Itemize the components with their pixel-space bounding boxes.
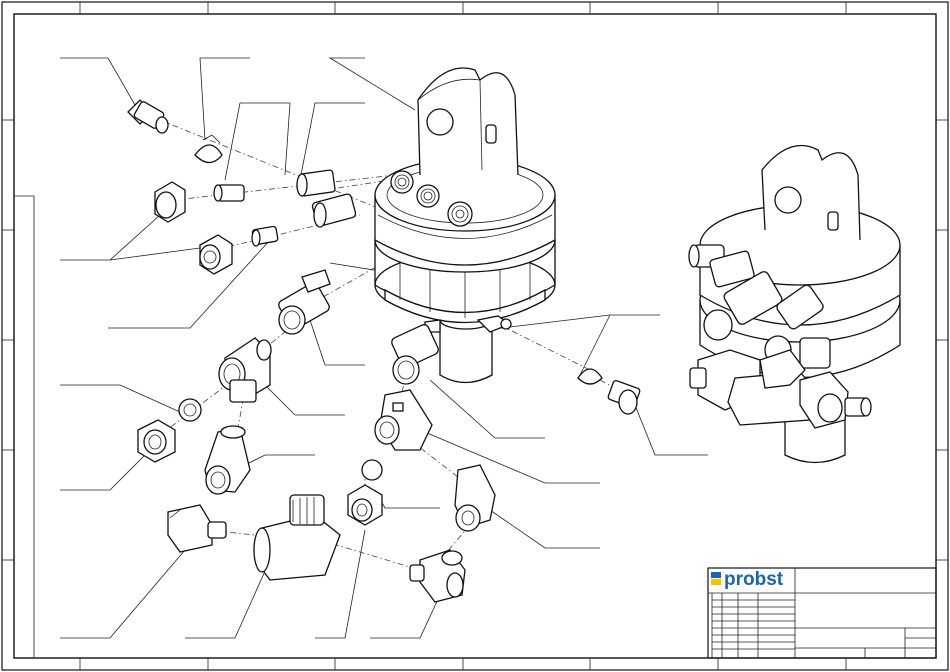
part-elbow-center [374, 389, 433, 451]
part-long-body [253, 494, 341, 581]
technical-drawing-sheet: probst [0, 0, 950, 672]
part-tee-fitting-left [218, 337, 272, 403]
part-tee-bottom-right [409, 549, 466, 603]
logo-bar-yellow [711, 579, 721, 585]
exploded-view-drawing: probst [1, 1, 949, 671]
part-plug-right [607, 380, 641, 415]
fitting-parts [127, 99, 641, 603]
probst-logo: probst [711, 569, 784, 590]
rotator-assembled-view [688, 144, 901, 464]
callout-leader-lines [60, 57, 708, 639]
part-swivel-fitting [278, 269, 331, 335]
logo-wordmark: probst [724, 569, 784, 590]
part-tee-bottom-left [167, 504, 227, 553]
part-elbow-right [454, 464, 496, 532]
part-plug-top-left [127, 99, 169, 134]
part-elbow-left [204, 425, 251, 495]
logo-bar-blue [711, 572, 721, 578]
